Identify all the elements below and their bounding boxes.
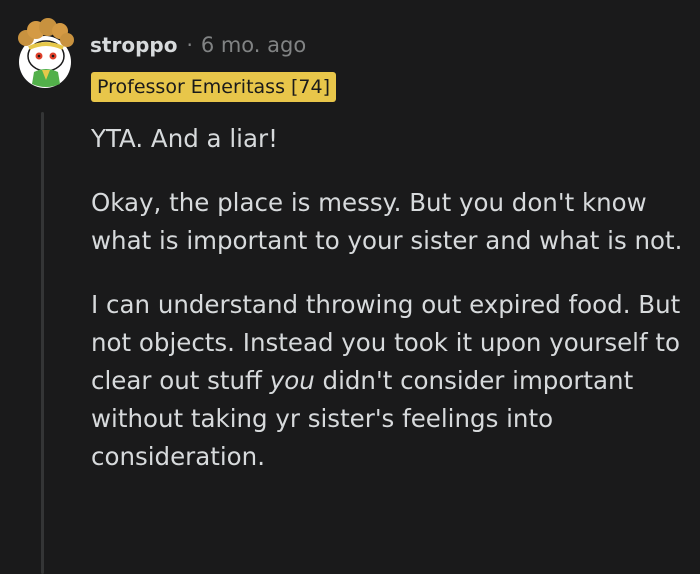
comment-paragraph-3: I can understand throwing out expired fo…: [91, 286, 691, 476]
comment-body: YTA. And a liar! Okay, the place is mess…: [91, 120, 691, 476]
timestamp[interactable]: 6 mo. ago: [201, 33, 306, 57]
comment-header: stroppo · 6 mo. ago: [90, 33, 306, 57]
comment-paragraph-1: YTA. And a liar!: [91, 124, 278, 153]
comment-paragraph-2: Okay, the place is messy. But you don't …: [91, 188, 683, 255]
avatar[interactable]: [12, 18, 78, 94]
user-flair: Professor Emeritass [74]: [91, 72, 337, 102]
comment: stroppo · 6 mo. ago Professor Emeritass …: [0, 0, 700, 574]
thread-line[interactable]: [41, 112, 44, 574]
separator-dot: ·: [186, 33, 193, 57]
comment-emphasis: you: [269, 366, 315, 395]
username-link[interactable]: stroppo: [90, 33, 177, 57]
snoo-avatar-icon: [18, 18, 74, 88]
